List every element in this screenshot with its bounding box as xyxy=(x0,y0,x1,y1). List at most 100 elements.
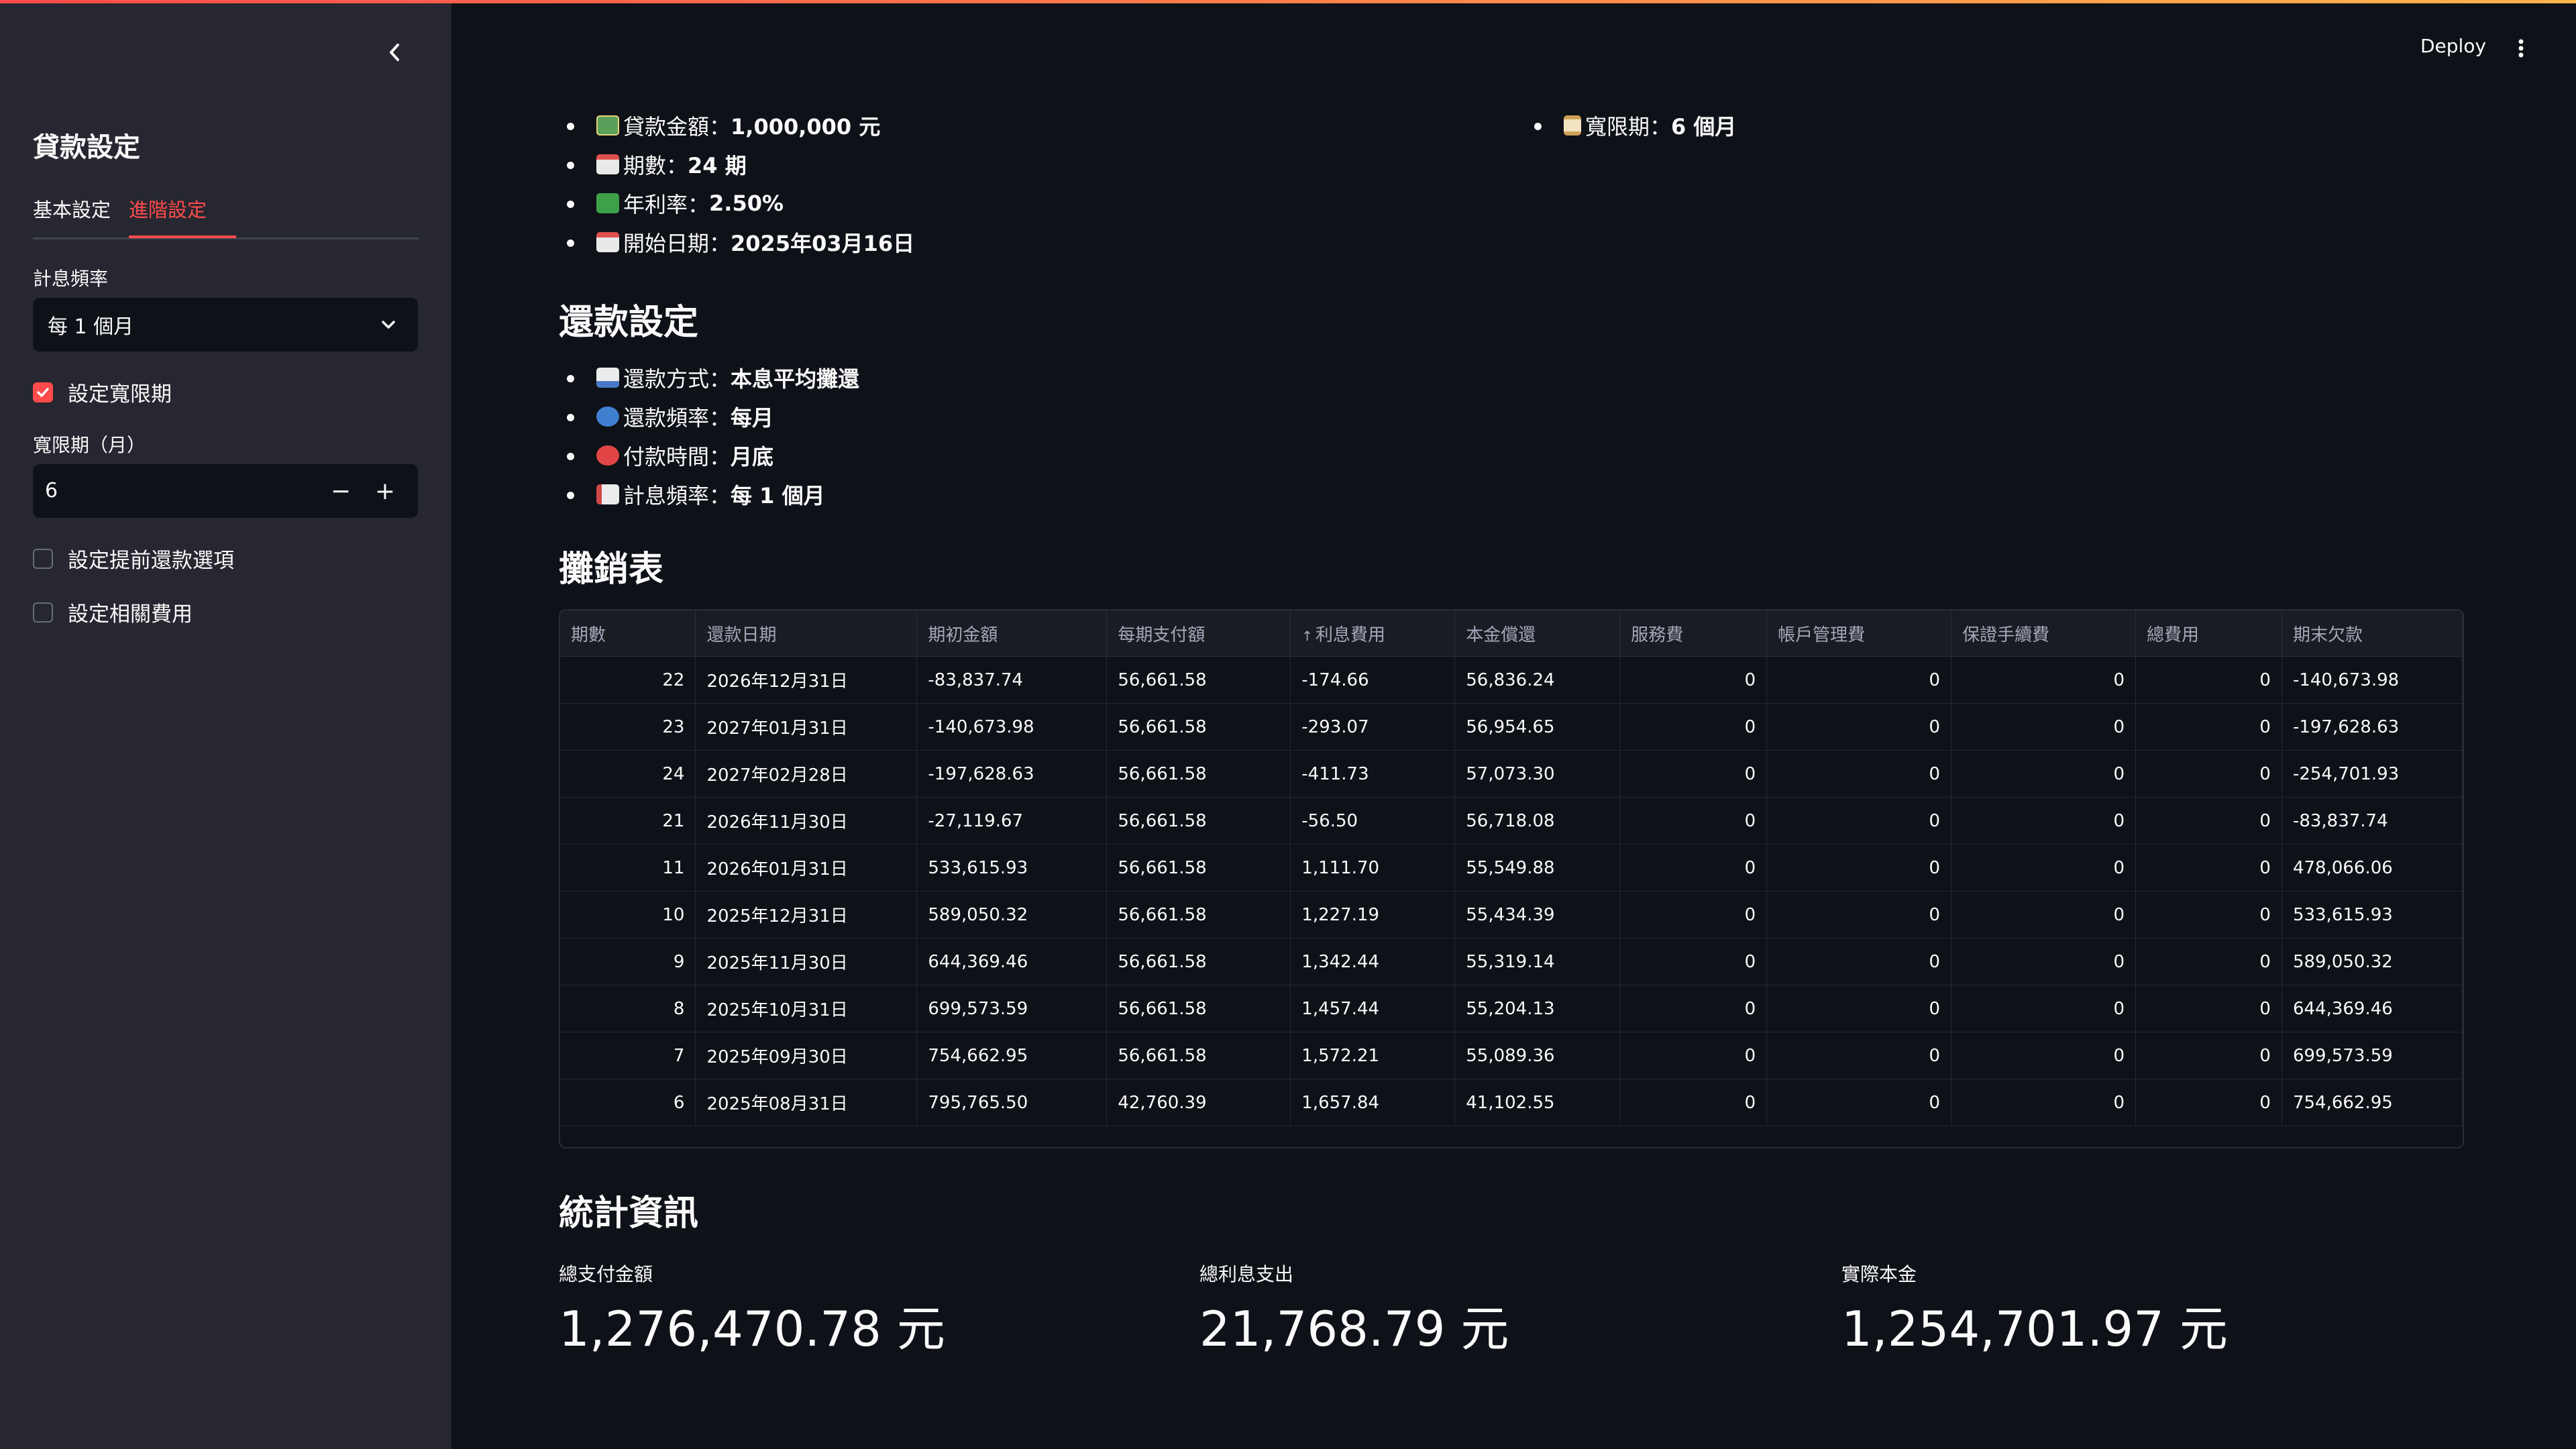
table-row[interactable]: 6 2025年08月31日 795,765.50 42,760.39 1,657.84 4… xyxy=(560,1079,2463,1126)
table-cell: -197,628.63 xyxy=(2282,703,2463,751)
column-header[interactable]: 總費用 xyxy=(2135,610,2282,657)
column-header[interactable]: 帳戶管理費 xyxy=(1766,610,1952,657)
column-header[interactable]: 本金償還 xyxy=(1454,610,1621,657)
table-cell: 0 xyxy=(1951,985,2136,1032)
table-cell: 1,227.19 xyxy=(1290,891,1456,938)
column-header-label: 利息費用 xyxy=(1316,625,1386,645)
table-cell: 699,573.59 xyxy=(916,985,1108,1032)
increment-button[interactable]: + xyxy=(363,464,407,518)
chevron-down-icon xyxy=(382,321,395,329)
table-row[interactable]: 10 2025年12月31日 589,050.32 56,661.58 1,227.19… xyxy=(560,891,2463,938)
table-cell: 0 xyxy=(2135,985,2282,1032)
column-header[interactable]: 期末欠款 xyxy=(2282,610,2463,657)
table-cell: 42,760.39 xyxy=(1106,1079,1291,1126)
column-header-label: 每期支付額 xyxy=(1118,625,1205,645)
column-header[interactable]: 期初金額 xyxy=(916,610,1108,657)
table-row[interactable]: 9 2025年11月30日 644,369.46 56,661.58 1,342.44 5… xyxy=(560,938,2463,985)
table-cell: 0 xyxy=(2135,703,2282,751)
list-item: 貸款金額： 1,000,000 元 xyxy=(559,106,914,145)
table-cell: -140,673.98 xyxy=(2282,656,2463,704)
calendar-icon xyxy=(596,154,619,174)
table-row[interactable]: 8 2025年10月31日 699,573.59 56,661.58 1,457.44 5… xyxy=(560,985,2463,1032)
prepayment-checkbox-label: 設定提前還款選項 xyxy=(68,549,234,573)
loan-info-list: 貸款金額： 1,000,000 元 期數： 24 期 年利率： 2.50% 開始日期：… xyxy=(559,106,914,262)
table-cell: 9 xyxy=(560,938,696,985)
table-cell: 56,661.58 xyxy=(1106,797,1291,845)
grace-period-checkbox[interactable]: 設定寬限期 xyxy=(33,377,172,407)
table-row[interactable]: 22 2026年12月31日 -83,837.74 56,661.58 -174.66 5… xyxy=(560,656,2463,704)
table-cell: 1,657.84 xyxy=(1290,1079,1456,1126)
table-cell: 644,369.46 xyxy=(2282,985,2463,1032)
interest-frequency-select[interactable]: 每 1 個月 xyxy=(33,298,418,352)
amortization-table[interactable]: 期數 還款日期 期初金額 每期支付額 ↑ 利息費用 本金償還 服務費 帳戶管理費 保證手續費 總費用… xyxy=(559,609,2464,1148)
table-cell: 41,102.55 xyxy=(1454,1079,1621,1126)
table-cell: 0 xyxy=(1766,891,1952,938)
table-cell: 2026年01月31日 xyxy=(695,844,918,892)
table-cell: 1,342.44 xyxy=(1290,938,1456,985)
metric-label-total-interest: 總利息支出 xyxy=(1199,1263,1294,1285)
table-cell: 0 xyxy=(2135,797,2282,845)
table-cell: -83,837.74 xyxy=(916,656,1108,704)
table-cell: 55,434.39 xyxy=(1454,891,1621,938)
column-header[interactable]: 期數 xyxy=(560,610,696,657)
grace-period-months-label: 寬限期（月） xyxy=(33,434,146,456)
prepayment-options-checkbox[interactable]: 設定提前還款選項 xyxy=(33,543,234,574)
tab-advanced-settings[interactable]: 進階設定 xyxy=(129,195,207,223)
table-cell: -83,837.74 xyxy=(2282,797,2463,845)
table-cell: 0 xyxy=(1951,1032,2136,1079)
table-cell: 56,836.24 xyxy=(1454,656,1621,704)
table-cell: 56,661.58 xyxy=(1106,844,1291,892)
column-header[interactable]: 還款日期 xyxy=(695,610,918,657)
main-content: 貸款金額： 1,000,000 元 期數： 24 期 年利率： 2.50% 開始日期：… xyxy=(451,0,2576,1449)
column-header[interactable]: ↑ 利息費用 xyxy=(1290,610,1456,657)
column-header[interactable]: 服務費 xyxy=(1619,610,1768,657)
table-cell: 795,765.50 xyxy=(916,1079,1108,1126)
list-item: 寬限期： 6 個月 xyxy=(1526,106,1736,145)
table-cell: 0 xyxy=(1766,844,1952,892)
table-cell: 56,954.65 xyxy=(1454,703,1621,751)
sidebar: 貸款設定 基本設定 進階設定 計息頻率 每 1 個月 設定寬限期 寬限期（月） … xyxy=(0,0,451,1449)
collapse-sidebar-button[interactable] xyxy=(380,38,409,67)
table-cell: 478,066.06 xyxy=(2282,844,2463,892)
grace-period-number-input[interactable]: 6 − + xyxy=(33,464,418,518)
table-cell: 0 xyxy=(2135,1032,2282,1079)
table-cell: 2025年09月30日 xyxy=(695,1032,918,1079)
grace-period-checkbox-label: 設定寬限期 xyxy=(68,382,172,407)
decrement-button[interactable]: − xyxy=(319,464,363,518)
table-cell: -27,119.67 xyxy=(916,797,1108,845)
table-cell: 1,572.21 xyxy=(1290,1032,1456,1079)
list-item: 開始日期： 2025年03月16日 xyxy=(559,223,914,262)
related-fees-checkbox[interactable]: 設定相關費用 xyxy=(33,597,193,627)
table-row[interactable]: 24 2027年02月28日 -197,628.63 56,661.58 -411.73… xyxy=(560,750,2463,798)
table-row[interactable]: 11 2026年01月31日 533,615.93 56,661.58 1,111.70… xyxy=(560,844,2463,892)
table-cell: 2025年12月31日 xyxy=(695,891,918,938)
table-row[interactable]: 7 2025年09月30日 754,662.95 56,661.58 1,572.21 5… xyxy=(560,1032,2463,1079)
table-cell: 2027年01月31日 xyxy=(695,703,918,751)
column-header-label: 期數 xyxy=(571,625,606,645)
table-cell: 644,369.46 xyxy=(916,938,1108,985)
table-row[interactable]: 23 2027年01月31日 -140,673.98 56,661.58 -293.07… xyxy=(560,703,2463,751)
table-cell: 56,661.58 xyxy=(1106,985,1291,1032)
table-cell: 533,615.93 xyxy=(2282,891,2463,938)
top-decoration-bar xyxy=(0,0,2576,3)
column-header[interactable]: 每期支付額 xyxy=(1106,610,1291,657)
hourglass-icon xyxy=(1564,115,1581,136)
column-header-label: 保證手續費 xyxy=(1962,625,2050,645)
tab-basic-settings[interactable]: 基本設定 xyxy=(33,195,111,223)
table-cell: 0 xyxy=(1766,656,1952,704)
table-cell: 0 xyxy=(1951,797,2136,845)
list-item: 付款時間： 月底 xyxy=(559,436,859,475)
list-item: 還款頻率： 每月 xyxy=(559,397,859,436)
chart-up-icon xyxy=(596,193,619,213)
table-cell: 2025年11月30日 xyxy=(695,938,918,985)
table-row[interactable]: 21 2026年11月30日 -27,119.67 56,661.58 -56.50 56… xyxy=(560,797,2463,845)
table-cell: -174.66 xyxy=(1290,656,1456,704)
table-cell: 0 xyxy=(1766,1032,1952,1079)
table-cell: 0 xyxy=(1619,985,1768,1032)
table-cell: 0 xyxy=(1619,891,1768,938)
interest-frequency-value: 每 1 個月 xyxy=(48,315,134,339)
table-cell: 0 xyxy=(1619,938,1768,985)
column-header[interactable]: 保證手續費 xyxy=(1951,610,2136,657)
metric-value-actual-principal: 1,254,701.97 元 xyxy=(1841,1301,2228,1357)
table-cell: 2025年08月31日 xyxy=(695,1079,918,1126)
